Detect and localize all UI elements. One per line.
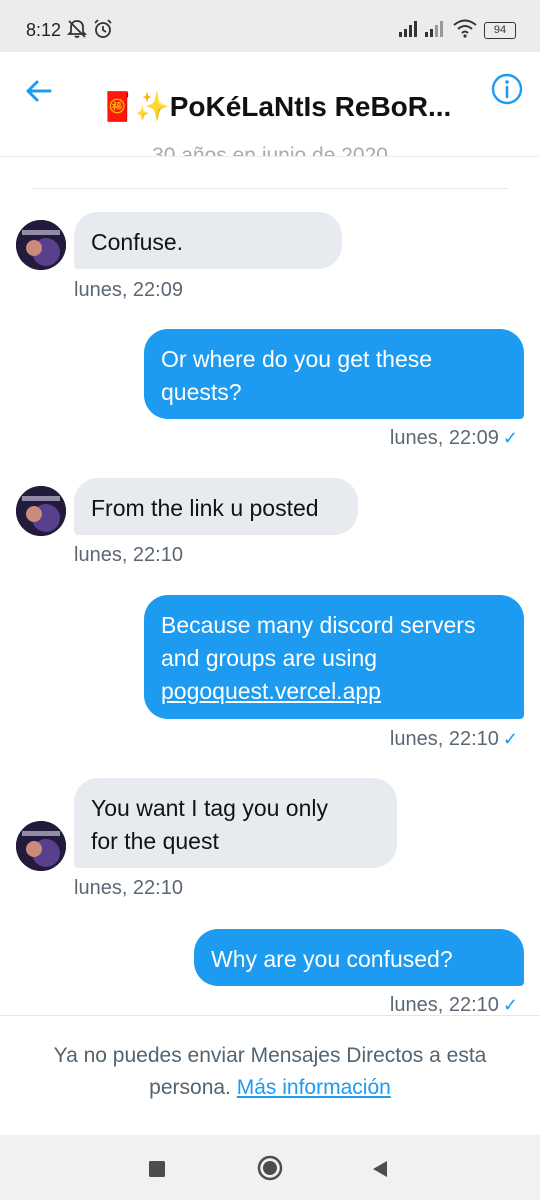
message-text-line: Or where do you get these [161, 346, 433, 372]
date-divider: 30 años en junio de 2020 [152, 144, 388, 156]
dm-restricted-notice: Ya no puedes enviar Mensajes Directos a … [0, 1015, 540, 1136]
signal-icon-2 [425, 21, 443, 37]
sent-check-icon: ✓ [502, 995, 518, 1015]
message-text-line: quests? [161, 379, 242, 405]
message-bubble-outgoing[interactable]: Or where do you get these quests? [144, 329, 524, 419]
message-timestamp: lunes, 22:10 [74, 877, 183, 899]
message-text-line: for the quest [91, 828, 219, 854]
conversation-title[interactable]: 🧧✨PoKéLaNtIs ReBoR... [100, 90, 480, 123]
message-link[interactable]: pogoquest.vercel.app [161, 678, 381, 704]
message-timestamp: lunes, 22:09 [74, 279, 183, 301]
notifications-off-icon [66, 20, 88, 38]
message-timestamp: lunes, 22:10 ✓ [390, 994, 518, 1015]
message-text: Confuse. [91, 229, 184, 255]
message-bubble-outgoing[interactable]: Why are you confused? [194, 929, 524, 986]
alarm-icon [94, 19, 112, 38]
avatar-image [16, 220, 66, 270]
sent-check-icon: ✓ [502, 428, 518, 448]
message-bubble-outgoing[interactable]: Because many discord servers and groups … [144, 595, 524, 719]
message-text-line: Because many discord servers [161, 612, 476, 638]
message-text-line: You want I tag you only [91, 795, 328, 821]
message-timestamp: lunes, 22:10 ✓ [390, 728, 518, 751]
message-text-line: and groups are using [161, 645, 378, 671]
status-time: 8:12 [26, 20, 62, 40]
home-button-icon[interactable] [257, 1155, 283, 1181]
notice-text: Ya no puedes enviar Mensajes Directos a … [20, 1040, 520, 1104]
sent-check-icon: ✓ [502, 729, 518, 749]
message-text: Why are you confused? [211, 946, 453, 972]
message-timestamp: lunes, 22:10 [74, 544, 183, 566]
signal-icon [399, 21, 417, 37]
status-bar: 8:12 94 [0, 0, 540, 52]
avatar[interactable] [16, 821, 66, 871]
timestamp-text: lunes, 22:09 [389, 427, 499, 449]
avatar[interactable] [16, 486, 66, 536]
avatar-image [16, 486, 66, 536]
recents-button-icon[interactable] [148, 1160, 166, 1178]
avatar[interactable] [16, 220, 66, 270]
more-info-link[interactable]: Más información [237, 1076, 391, 1099]
message-text: From the link u posted [91, 495, 319, 521]
back-button-icon[interactable] [370, 1159, 390, 1179]
message-timestamp: lunes, 22:09 ✓ [390, 427, 518, 450]
avatar-image [16, 821, 66, 871]
system-navigation-bar [0, 1135, 540, 1200]
timestamp-text: lunes, 22:10 [389, 994, 499, 1015]
message-list[interactable]: Confuse. lunes, 22:09 Or where do you ge… [0, 189, 540, 1015]
message-bubble-incoming[interactable]: From the link u posted [74, 478, 358, 535]
message-bubble-incoming[interactable]: You want I tag you only for the quest [74, 778, 397, 868]
back-arrow-icon[interactable] [22, 74, 56, 108]
info-icon[interactable] [490, 72, 524, 106]
timestamp-text: lunes, 22:10 [389, 728, 499, 750]
wifi-icon [453, 19, 477, 38]
battery-icon: 94 [484, 22, 516, 39]
message-bubble-incoming[interactable]: Confuse. [74, 212, 342, 269]
